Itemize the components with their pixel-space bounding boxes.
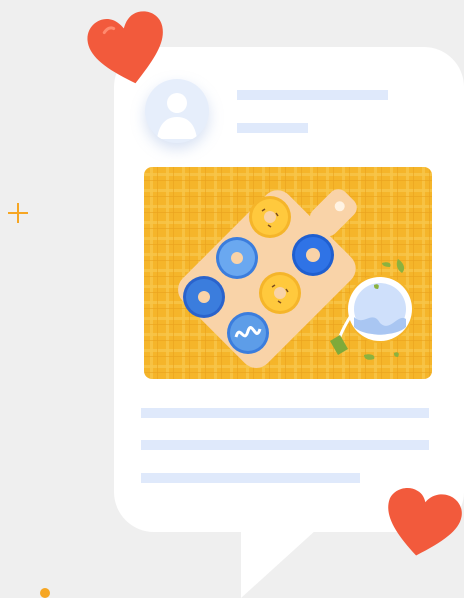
heart-icon[interactable] — [380, 482, 464, 562]
donut-yellow-middle — [259, 272, 301, 314]
body-placeholder-line — [141, 440, 429, 450]
donut-blue-dark — [292, 234, 334, 276]
post-image[interactable] — [144, 167, 432, 379]
heart-icon[interactable] — [82, 6, 174, 90]
body-placeholder-line — [141, 473, 360, 483]
donuts-on-cutting-board-illustration — [144, 167, 432, 379]
donut-blue-left — [183, 276, 225, 318]
donut-yellow-top — [249, 196, 291, 238]
speech-bubble-tail — [241, 520, 327, 598]
donut-blue-light — [216, 237, 258, 279]
decorative-dot — [40, 588, 50, 598]
plus-sparkle-icon — [8, 203, 28, 223]
donut-blue-iced — [227, 312, 269, 354]
title-placeholder-line — [237, 90, 388, 100]
body-placeholder-line — [141, 408, 429, 418]
subtitle-placeholder-line — [237, 123, 308, 133]
